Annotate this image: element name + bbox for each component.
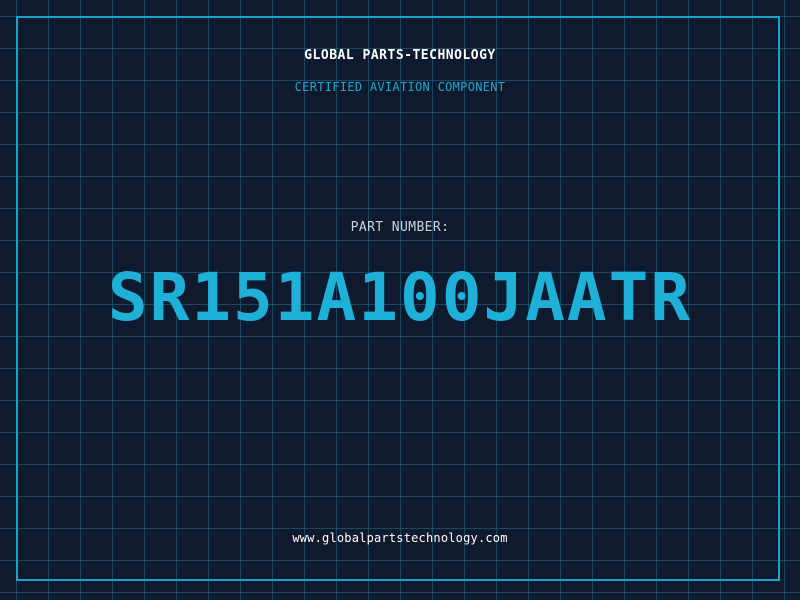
part-number-value: SR151A100JAATR (107, 259, 693, 336)
part-number-label: PART NUMBER: (350, 220, 450, 235)
company-name: GLOBAL PARTS-TECHNOLOGY (304, 48, 496, 63)
certification-subtitle: CERTIFIED AVIATION COMPONENT (294, 80, 506, 94)
website-url: www.globalpartstechnology.com (292, 531, 508, 545)
certificate-page: GLOBAL PARTS-TECHNOLOGY CERTIFIED AVIATI… (0, 0, 800, 600)
